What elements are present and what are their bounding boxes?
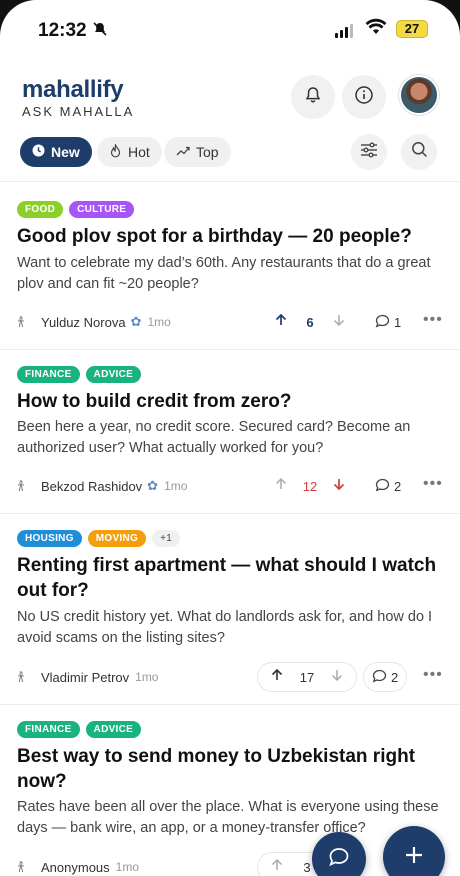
more-tags-badge[interactable]: +1 <box>152 530 181 547</box>
status-bar: 12:32 27 <box>0 0 460 60</box>
status-time: 12:32 <box>38 20 87 41</box>
comments-button[interactable]: 1 <box>367 307 409 337</box>
upvote-button[interactable] <box>270 858 284 876</box>
downvote-button[interactable] <box>330 668 344 687</box>
post-author[interactable]: Bekzod Rashidov <box>41 479 142 494</box>
profile-avatar[interactable] <box>399 75 439 115</box>
more-options-icon[interactable]: ••• <box>423 311 443 329</box>
tab-new[interactable]: New <box>20 137 92 167</box>
info-icon <box>354 85 374 110</box>
vote-control: 17 <box>257 662 357 692</box>
post-age: 1mo <box>147 315 171 329</box>
post-author[interactable]: Vladimir Petrov <box>41 670 129 685</box>
plus-icon <box>403 844 425 871</box>
post-tags: FINANCE ADVICE <box>17 366 142 383</box>
post-divider <box>0 704 460 705</box>
upvote-button[interactable] <box>274 313 288 332</box>
post-age: 1mo <box>115 860 139 874</box>
app-logo: mahallify <box>22 76 124 103</box>
flame-icon <box>109 142 122 161</box>
header-divider <box>0 181 460 182</box>
downvote-button[interactable] <box>332 477 346 496</box>
tag-badge[interactable]: ADVICE <box>85 721 142 738</box>
more-options-icon[interactable]: ••• <box>423 475 443 493</box>
user-icon: 𐀪 <box>17 670 25 685</box>
comment-icon <box>375 478 390 495</box>
post-title[interactable]: Best way to send money to Uzbekistan rig… <box>17 744 440 794</box>
app-tagline: ASK MAHALLA <box>22 104 135 119</box>
comment-icon <box>375 314 390 331</box>
comment-count: 2 <box>394 478 402 494</box>
tab-top[interactable]: Top <box>164 137 231 167</box>
post-title[interactable]: Renting first apartment — what should I … <box>17 553 440 603</box>
wifi-icon <box>365 18 387 41</box>
notifications-button[interactable] <box>291 75 335 119</box>
post-tags: FOOD CULTURE <box>17 201 135 218</box>
clock-icon <box>32 144 45 160</box>
chat-bubble-icon <box>328 847 350 872</box>
tag-badge[interactable]: CULTURE <box>69 201 135 218</box>
tag-badge[interactable]: MOVING <box>87 530 147 547</box>
post-title[interactable]: Good plov spot for a birthday — 20 peopl… <box>17 224 440 249</box>
comment-count: 2 <box>391 669 399 685</box>
trending-icon <box>176 144 190 160</box>
verified-badge-icon: ✿ <box>147 478 159 493</box>
tab-new-label: New <box>51 144 80 160</box>
comment-count: 1 <box>394 314 402 330</box>
upvote-button[interactable] <box>274 477 288 496</box>
app-screen: 12:32 27 mahallify ASK MAHALLA New Hot T… <box>0 0 460 876</box>
battery-indicator: 27 <box>396 20 428 38</box>
post-meta: 𐀪 Anonymous 1mo <box>17 853 440 876</box>
search-icon <box>411 141 428 163</box>
downvote-button[interactable] <box>332 313 346 332</box>
vote-control: 12 <box>262 471 358 501</box>
comments-button[interactable]: 2 <box>363 662 408 692</box>
vote-control: 6 <box>262 307 358 337</box>
comment-icon <box>372 669 387 686</box>
post-body: Rates have been all over the place. What… <box>17 799 439 836</box>
vote-count: 12 <box>302 478 318 494</box>
bell-icon <box>303 85 323 110</box>
post-age: 1mo <box>164 479 188 493</box>
post-title[interactable]: How to build credit from zero? <box>17 389 440 414</box>
tag-badge[interactable]: ADVICE <box>85 366 142 383</box>
tab-top-label: Top <box>196 144 219 160</box>
post-divider <box>0 513 460 514</box>
user-icon: 𐀪 <box>17 479 25 494</box>
vote-count: 17 <box>299 669 315 685</box>
silent-mode-icon <box>92 21 108 41</box>
verified-badge-icon: ✿ <box>130 314 142 329</box>
post-author[interactable]: Anonymous <box>41 860 110 875</box>
upvote-button[interactable] <box>270 668 284 687</box>
search-button[interactable] <box>401 134 437 170</box>
filter-settings-button[interactable] <box>351 134 387 170</box>
tag-badge[interactable]: HOUSING <box>17 530 82 547</box>
vote-count: 6 <box>306 314 314 330</box>
post-divider <box>0 349 460 350</box>
tag-badge[interactable]: FOOD <box>17 201 64 218</box>
post-author[interactable]: Yulduz Norova <box>41 315 126 330</box>
post-tags: FINANCE ADVICE <box>17 721 142 738</box>
post-body: Been here a year, no credit score. Secur… <box>17 419 411 456</box>
user-icon: 𐀪 <box>17 860 25 875</box>
tag-badge[interactable]: FINANCE <box>17 721 80 738</box>
user-icon: 𐀪 <box>17 315 25 330</box>
feed-filter-tabs: New Hot Top <box>0 134 460 170</box>
sliders-icon <box>360 142 378 163</box>
cellular-signal-icon <box>335 24 353 38</box>
more-options-icon[interactable]: ••• <box>423 666 443 684</box>
tab-hot[interactable]: Hot <box>97 137 162 167</box>
post-tags: HOUSING MOVING +1 <box>17 530 181 547</box>
tag-badge[interactable]: FINANCE <box>17 366 80 383</box>
comments-button[interactable]: 2 <box>367 471 409 501</box>
post-body: Want to celebrate my dad’s 60th. Any res… <box>17 255 431 292</box>
tab-hot-label: Hot <box>128 144 150 160</box>
post-age: 1mo <box>135 670 159 684</box>
app-header: mahallify ASK MAHALLA <box>0 70 460 130</box>
post-body: No US credit history yet. What do landlo… <box>17 609 433 646</box>
vote-count: 3 <box>303 859 311 875</box>
info-button[interactable] <box>342 75 386 119</box>
